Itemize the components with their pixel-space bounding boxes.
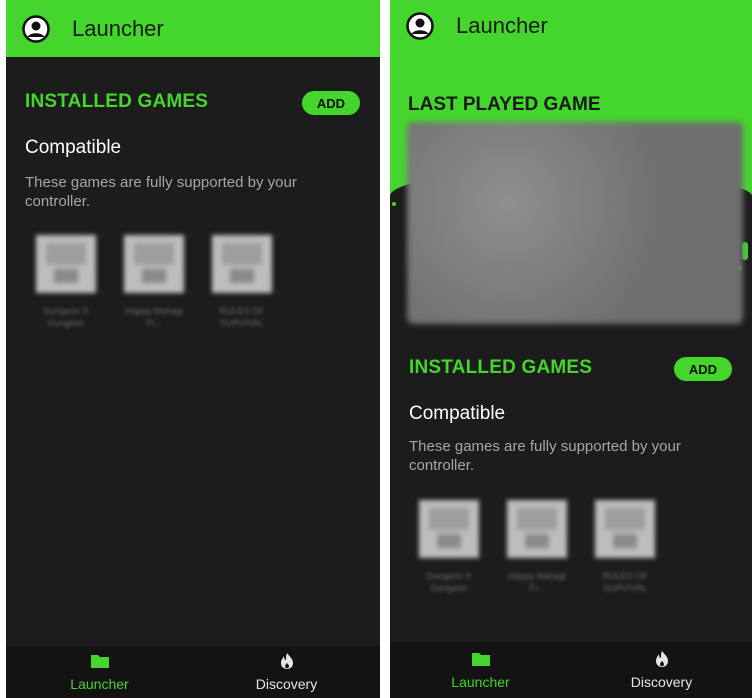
game-name: RULES OF SURVIVAL — [219, 306, 265, 328]
game-tile[interactable]: Happy Mahagi Fr... — [506, 500, 568, 594]
user-circle-icon[interactable] — [406, 12, 434, 40]
compatible-description: These games are fully supported by your … — [409, 438, 681, 474]
launcher-screen-left: Launcher INSTALLED GAMES ADD Compatible … — [6, 0, 380, 698]
game-thumbnail — [124, 235, 184, 293]
nav-label: Launcher — [451, 674, 510, 690]
game-name: Happy Mahagi Fr... — [124, 306, 184, 328]
add-button[interactable]: ADD — [674, 357, 732, 381]
compatible-description: These games are fully supported by your … — [25, 174, 297, 210]
compatible-heading: Compatible — [409, 403, 506, 424]
app-header: Launcher — [390, 0, 752, 52]
game-list: Dungeon X Dungeon Happy Mahagi Fr... RUL… — [35, 235, 273, 329]
app-header: Launcher — [6, 0, 380, 57]
installed-games-title: INSTALLED GAMES — [25, 91, 209, 112]
game-thumbnail — [419, 500, 479, 558]
app-title: Launcher — [72, 15, 164, 41]
game-name: Happy Mahagi Fr... — [507, 571, 567, 593]
last-played-game-card[interactable] — [407, 122, 743, 324]
folder-icon — [90, 655, 109, 668]
nav-item-launcher[interactable]: Launcher — [390, 642, 571, 698]
nav-label: Discovery — [255, 676, 318, 692]
flame-icon — [280, 653, 293, 669]
game-name: Dungeon X Dungeon — [426, 571, 472, 593]
paint-splatter — [392, 202, 396, 206]
game-thumbnail — [212, 235, 272, 293]
add-button[interactable]: ADD — [302, 91, 360, 115]
launcher-content: LAST PLAYED GAME INSTALLED GAMES ADD Com… — [390, 52, 752, 642]
game-list: Dungeon X Dungeon Happy Mahagi Fr... RUL… — [418, 500, 656, 594]
flame-icon — [655, 651, 668, 667]
bottom-nav: Launcher Discovery — [6, 646, 380, 698]
installed-games-title: INSTALLED GAMES — [409, 357, 593, 378]
compatible-heading: Compatible — [25, 137, 122, 158]
app-title: Launcher — [456, 13, 548, 38]
game-thumbnail — [36, 235, 96, 293]
launcher-screen-right: Launcher LAST PLAYED GAME INSTALLED GAME… — [390, 0, 752, 698]
game-name: Dungeon X Dungeon — [43, 306, 89, 328]
game-tile[interactable]: RULES OF SURVIVAL — [594, 500, 656, 594]
game-tile[interactable]: RULES OF SURVIVAL — [211, 235, 273, 329]
nav-label: Launcher — [70, 676, 129, 692]
paint-splatter — [396, 172, 402, 178]
nav-item-discovery[interactable]: Discovery — [193, 646, 380, 698]
last-played-title: LAST PLAYED GAME — [408, 94, 601, 115]
game-tile[interactable]: Dungeon X Dungeon — [35, 235, 97, 329]
bottom-nav: Launcher Discovery — [390, 642, 752, 698]
user-circle-icon[interactable] — [22, 14, 50, 43]
game-thumbnail — [507, 500, 567, 558]
nav-item-launcher[interactable]: Launcher — [6, 646, 193, 698]
launcher-content: INSTALLED GAMES ADD Compatible These gam… — [6, 57, 380, 646]
nav-item-discovery[interactable]: Discovery — [571, 642, 752, 698]
game-tile[interactable]: Dungeon X Dungeon — [418, 500, 480, 594]
game-tile[interactable]: Happy Mahagi Fr... — [123, 235, 185, 329]
game-name: RULES OF SURVIVAL — [602, 571, 648, 593]
game-thumbnail — [595, 500, 655, 558]
folder-icon — [471, 653, 490, 666]
nav-label: Discovery — [630, 674, 693, 690]
